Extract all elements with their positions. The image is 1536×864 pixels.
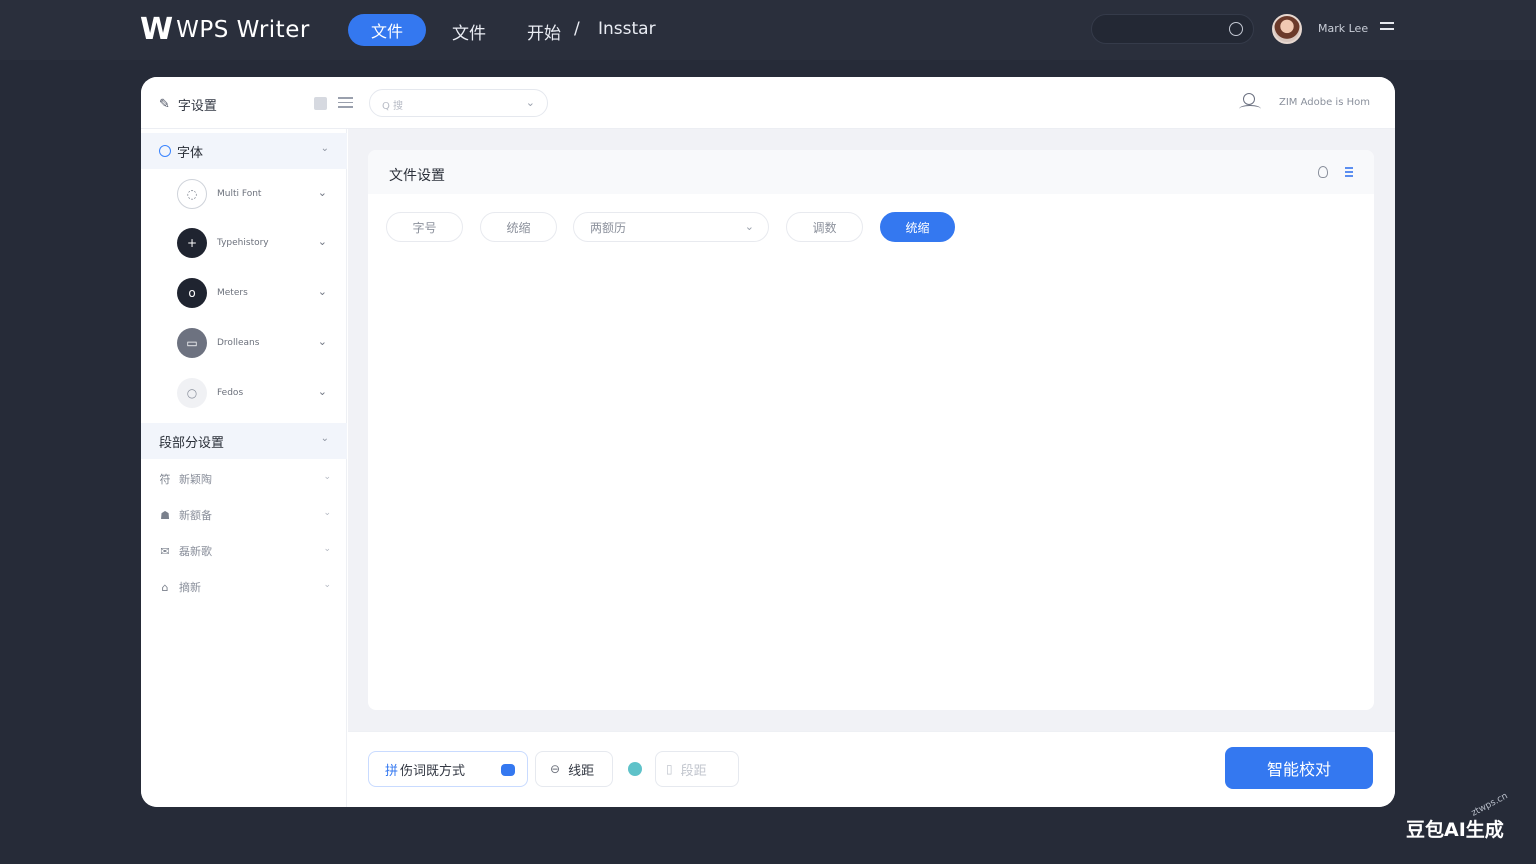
chip-font-size[interactable]: 字号 bbox=[386, 212, 463, 242]
avatar[interactable] bbox=[1272, 14, 1302, 44]
nav-tab-start[interactable]: 开始 bbox=[527, 19, 561, 44]
watermark: 豆包AI生成 bbox=[1406, 819, 1504, 841]
lightbulb-icon[interactable] bbox=[1318, 166, 1328, 178]
sub-icon: ✉ bbox=[160, 544, 170, 558]
sidebar-subitem-label: 新额备 bbox=[179, 509, 212, 522]
chevron-down-icon: ⌄ bbox=[320, 433, 329, 444]
chip-adjust[interactable]: 调数 bbox=[786, 212, 863, 242]
sub-icon: ☗ bbox=[160, 508, 170, 522]
sidebar-item-fedos[interactable]: ○ Fedos ⌄ bbox=[177, 377, 337, 409]
chevron-down-icon: ⌄ bbox=[317, 235, 327, 248]
sidebar-item-drolleans[interactable]: ▭ Drolleans ⌄ bbox=[177, 327, 337, 359]
paragraph-spacing-button[interactable]: ▯ 段距 bbox=[655, 751, 739, 787]
top-bar: W WPS Writer 文件 文件 开始 / Insstar Mark Lee bbox=[0, 0, 1536, 60]
sidebar-group-font[interactable]: 字体 ⌄ bbox=[141, 133, 347, 169]
o-icon: o bbox=[177, 278, 207, 308]
sidebar-item-label: Fedos bbox=[217, 388, 244, 398]
blue-toggle-icon[interactable] bbox=[501, 764, 515, 776]
window-header: ✎ 字设置 Q 搜 ⌄ ZIM Adobe is Hom bbox=[141, 77, 1395, 129]
chevron-down-icon: ⌄ bbox=[320, 143, 329, 154]
nav-tab-insert[interactable]: Insstar bbox=[598, 19, 656, 39]
plus-icon: + bbox=[177, 228, 207, 258]
sidebar-group-section[interactable]: 段部分设置 ⌄ bbox=[141, 423, 347, 459]
square-icon: ▭ bbox=[177, 328, 207, 358]
sidebar-item-typehistory[interactable]: + Typehistory ⌄ bbox=[177, 227, 337, 259]
user-icon[interactable] bbox=[1239, 93, 1261, 113]
line-spacing-label: 线距 bbox=[568, 763, 595, 779]
sidebar-subitem-label: 摘新 bbox=[179, 581, 201, 594]
chevron-down-icon: ⌄ bbox=[317, 335, 327, 348]
sidebar-subitem-4[interactable]: ⌂ 摘新 ⌄ bbox=[159, 575, 339, 599]
smart-proofread-button[interactable]: 智能校对 bbox=[1225, 747, 1373, 789]
layout-prefix: 拼 bbox=[385, 763, 399, 779]
app-logo[interactable]: W WPS Writer bbox=[140, 13, 310, 47]
chip-indent[interactable]: 统缩 bbox=[480, 212, 557, 242]
breadcrumb-separator: / bbox=[574, 19, 580, 39]
chevron-down-icon: ⌄ bbox=[525, 96, 535, 109]
minus-circle-icon: ⊖ bbox=[550, 762, 561, 776]
sub-icon: 符 bbox=[159, 473, 171, 486]
list-icon[interactable] bbox=[1345, 167, 1353, 177]
sidebar-subitem-3[interactable]: ✉ 磊新歌 ⌄ bbox=[159, 539, 339, 563]
chevron-down-icon: ⌄ bbox=[744, 220, 754, 233]
sub-icon: ⌂ bbox=[161, 580, 169, 594]
sidebar-item-label: Multi Font bbox=[217, 189, 262, 199]
grid-view-icon[interactable] bbox=[314, 97, 327, 110]
sidebar-item-meters[interactable]: o Meters ⌄ bbox=[177, 277, 337, 309]
chevron-down-icon: ⌄ bbox=[323, 508, 331, 518]
window-search-dropdown[interactable]: Q 搜 ⌄ bbox=[369, 89, 548, 117]
chevron-down-icon: ⌄ bbox=[323, 472, 331, 482]
chip-dropdown[interactable]: 两额历 ⌄ bbox=[573, 212, 769, 242]
line-spacing-button[interactable]: ⊖ 线距 bbox=[535, 751, 613, 787]
sidebar-subitem-2[interactable]: ☗ 新额备 ⌄ bbox=[159, 503, 339, 527]
app-title: WPS Writer bbox=[176, 17, 310, 43]
sidebar-item-multi-font[interactable]: ◌ Multi Font ⌄ bbox=[177, 178, 337, 210]
user-name[interactable]: Mark Lee bbox=[1318, 22, 1368, 35]
settings-window: ✎ 字设置 Q 搜 ⌄ ZIM Adobe is Hom 字体 ⌄ ◌ Mult… bbox=[141, 77, 1395, 807]
card-header: 文件设置 bbox=[368, 150, 1374, 194]
chip-indent-active[interactable]: 统缩 bbox=[880, 212, 955, 242]
document-icon: ▯ bbox=[666, 762, 673, 776]
dot-icon: ○ bbox=[177, 378, 207, 408]
edit-pen-icon: ✎ bbox=[159, 97, 170, 112]
layout-mode-label: 伤词既方式 bbox=[400, 763, 466, 779]
sidebar-subitem-label: 磊新歌 bbox=[179, 545, 212, 558]
chevron-down-icon: ⌄ bbox=[317, 186, 327, 199]
wps-logo-icon: W bbox=[140, 12, 173, 47]
color-dot-icon[interactable] bbox=[628, 762, 642, 776]
search-ring-icon bbox=[159, 145, 171, 157]
list-view-icon[interactable] bbox=[338, 97, 353, 109]
sidebar-item-label: Meters bbox=[217, 288, 248, 298]
chevron-down-icon: ⌄ bbox=[323, 580, 331, 590]
account-label[interactable]: ZIM Adobe is Hom bbox=[1279, 97, 1370, 108]
chevron-down-icon: ⌄ bbox=[317, 385, 327, 398]
sidebar: 字体 ⌄ ◌ Multi Font ⌄ + Typehistory ⌄ o Me… bbox=[141, 129, 347, 807]
search-icon[interactable] bbox=[1229, 22, 1243, 36]
chevron-down-icon: ⌄ bbox=[323, 544, 331, 554]
sidebar-subitem-label: 新颖陶 bbox=[179, 473, 212, 486]
nav-tab-file[interactable]: 文件 bbox=[452, 19, 486, 44]
window-title: ✎ 字设置 bbox=[159, 95, 217, 114]
sidebar-item-label: Drolleans bbox=[217, 338, 260, 348]
hamburger-menu-icon[interactable] bbox=[1380, 22, 1394, 34]
document-settings-card: 文件设置 字号 统缩 两额历 ⌄ 调数 统缩 bbox=[368, 150, 1374, 710]
nav-tab-file-active[interactable]: 文件 bbox=[348, 14, 426, 46]
sidebar-subitem-1[interactable]: 符 新颖陶 ⌄ bbox=[159, 467, 339, 491]
chevron-down-icon: ⌄ bbox=[317, 285, 327, 298]
paragraph-spacing-label: 段距 bbox=[680, 763, 707, 779]
sidebar-item-label: Typehistory bbox=[217, 238, 269, 248]
circle-outline-icon: ◌ bbox=[177, 179, 207, 209]
card-title: 文件设置 bbox=[389, 168, 445, 184]
search-placeholder: Q 搜 bbox=[382, 101, 404, 112]
window-title-text: 字设置 bbox=[177, 99, 217, 114]
sidebar-group-label: 字体 bbox=[177, 145, 204, 161]
chip-dropdown-label: 两额历 bbox=[590, 220, 627, 235]
sidebar-group-label: 段部分设置 bbox=[159, 435, 225, 451]
top-search-input[interactable] bbox=[1091, 14, 1254, 44]
